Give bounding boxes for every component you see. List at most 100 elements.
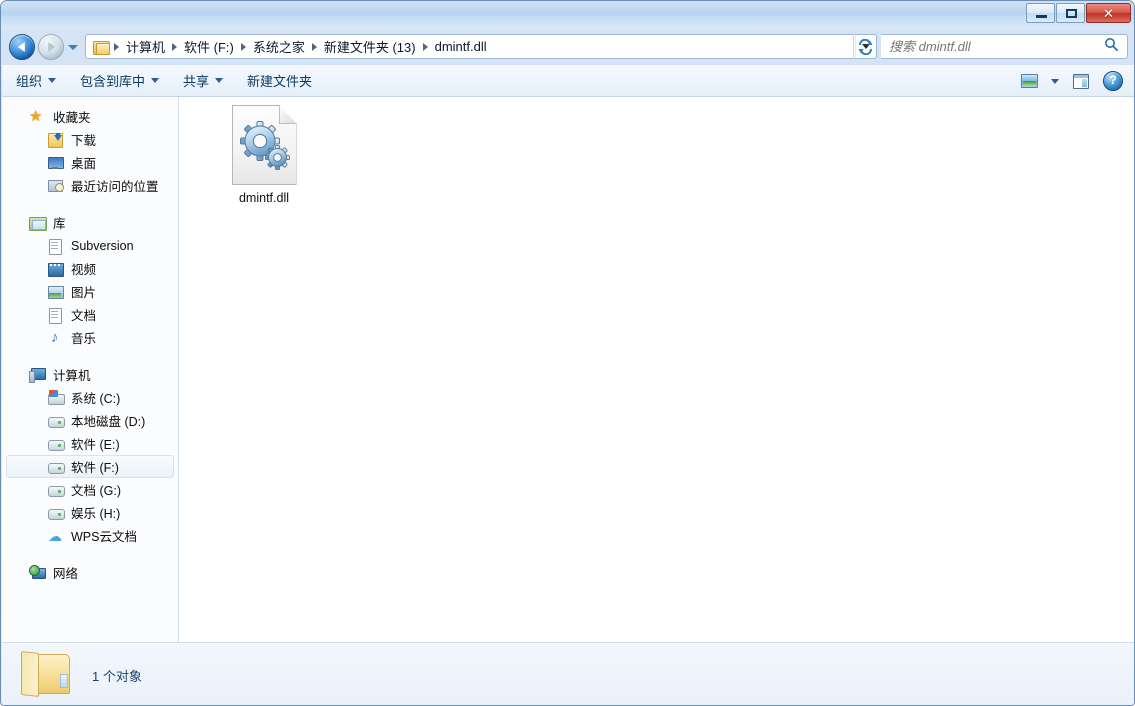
breadcrumb-item-3[interactable]: 新建文件夹 (13) [320, 35, 420, 58]
chevron-down-icon [215, 78, 224, 83]
sidebar-item-documents[interactable]: 文档 [6, 303, 174, 326]
chevron-down-icon [48, 78, 57, 83]
help-button[interactable]: ? [1097, 68, 1129, 94]
address-bar[interactable]: 计算机 软件 (F:) 系统之家 新建文件夹 (13) dmintf.dll [85, 34, 877, 59]
search-icon[interactable] [1104, 37, 1119, 57]
preview-pane-icon [1073, 73, 1089, 89]
folder-icon [18, 648, 76, 700]
search-box[interactable] [881, 34, 1128, 59]
sidebar-item-label: 收藏夹 [53, 111, 91, 125]
sidebar-item-subversion[interactable]: Subversion [6, 234, 174, 257]
sidebar-item-music[interactable]: ♪ 音乐 [6, 326, 174, 349]
sidebar-item-drive-c[interactable]: 系统 (C:) [6, 386, 174, 409]
library-icon [29, 215, 47, 231]
sidebar-item-label: 文档 (G:) [71, 484, 121, 498]
close-icon: ✕ [1103, 6, 1114, 21]
network-icon [29, 564, 47, 581]
view-dropdown-button[interactable] [1045, 68, 1065, 94]
toolbar-new-folder-button[interactable]: 新建文件夹 [237, 68, 322, 94]
search-input[interactable] [881, 38, 1104, 55]
download-icon [47, 132, 65, 148]
sidebar-item-wps-cloud[interactable]: ☁ WPS云文档 [6, 524, 174, 547]
sidebar-item-label: Subversion [71, 238, 134, 253]
toolbar-organize-button[interactable]: 组织 [6, 68, 66, 94]
sidebar-group-favorites: ★ 收藏夹 下载 桌面 最近访问的位置 [2, 105, 178, 197]
subversion-icon [47, 238, 65, 255]
toolbar-item-label: 组织 [16, 74, 43, 89]
sidebar-item-label: 视频 [71, 263, 97, 277]
breadcrumb-separator-icon[interactable] [172, 42, 178, 51]
breadcrumb-separator-icon[interactable] [311, 42, 317, 51]
sidebar-item-drive-e[interactable]: 软件 (E:) [6, 432, 174, 455]
picture-icon [47, 284, 65, 300]
toolbar-item-label: 共享 [183, 74, 210, 89]
toolbar-share-button[interactable]: 共享 [173, 68, 233, 94]
recent-places-icon [47, 178, 65, 194]
sidebar-item-label: WPS云文档 [71, 530, 137, 544]
command-toolbar: 组织 包含到库中 共享 新建文件夹 ? [2, 65, 1134, 97]
sidebar-item-libraries[interactable]: 库 [6, 211, 174, 234]
sidebar-item-drive-f[interactable]: 软件 (F:) [6, 455, 174, 478]
maximize-button[interactable] [1056, 3, 1085, 23]
breadcrumb-folder-icon[interactable] [93, 40, 110, 55]
breadcrumb-separator-icon[interactable] [114, 42, 119, 51]
close-button[interactable]: ✕ [1086, 3, 1131, 23]
sidebar-item-label: 图片 [71, 286, 97, 300]
sidebar-item-favorites[interactable]: ★ 收藏夹 [6, 105, 174, 128]
drive-icon [47, 436, 65, 452]
sidebar-item-drive-d[interactable]: 本地磁盘 (D:) [6, 409, 174, 432]
sidebar-item-downloads[interactable]: 下载 [6, 128, 174, 151]
recent-pages-chevron-icon[interactable] [68, 44, 78, 50]
sidebar-item-drive-h[interactable]: 娱乐 (H:) [6, 501, 174, 524]
document-icon [47, 307, 65, 324]
change-view-button[interactable] [1013, 68, 1045, 94]
minimize-button[interactable] [1026, 3, 1055, 23]
drive-icon [47, 505, 65, 521]
chevron-down-icon [1051, 78, 1059, 84]
file-item-dmintf-dll[interactable]: dmintf.dll [209, 105, 319, 205]
minimize-icon [1036, 15, 1047, 18]
back-button[interactable] [9, 34, 35, 60]
breadcrumb-item-1[interactable]: 软件 (F:) [180, 35, 238, 58]
drive-icon [47, 482, 65, 498]
computer-icon [29, 367, 47, 383]
sidebar-item-computer[interactable]: 计算机 [6, 363, 174, 386]
sidebar-item-label: 本地磁盘 (D:) [71, 415, 146, 429]
preview-pane-button[interactable] [1065, 68, 1097, 94]
sidebar-item-videos[interactable]: 视频 [6, 257, 174, 280]
navigation-pane[interactable]: ★ 收藏夹 下载 桌面 最近访问的位置 库 Subversion 视频 图片 文… [2, 97, 179, 642]
sidebar-item-label: 库 [53, 217, 66, 231]
sidebar-item-label: 下载 [71, 134, 97, 148]
drive-icon [47, 413, 65, 429]
toolbar-item-label: 新建文件夹 [247, 74, 313, 89]
forward-button[interactable] [38, 34, 64, 60]
sidebar-item-network[interactable]: 网络 [6, 561, 174, 584]
sidebar-item-label: 娱乐 (H:) [71, 507, 121, 521]
system-drive-icon [47, 389, 65, 406]
breadcrumb-item-2[interactable]: 系统之家 [249, 35, 309, 58]
sidebar-item-recent-places[interactable]: 最近访问的位置 [6, 174, 174, 197]
breadcrumb-item-0[interactable]: 计算机 [122, 35, 169, 58]
explorer-window: ✕ 计算机 软件 (F:) 系统之家 新建文件夹 (13) dmintf.dll… [0, 0, 1135, 706]
music-icon: ♪ [51, 328, 59, 346]
sidebar-item-pictures[interactable]: 图片 [6, 280, 174, 303]
sidebar-item-label: 网络 [53, 567, 79, 581]
dll-gears-icon [231, 105, 297, 185]
sidebar-item-drive-g[interactable]: 文档 (G:) [6, 478, 174, 501]
sidebar-item-label: 软件 (E:) [71, 438, 120, 452]
toolbar-item-label: 包含到库中 [80, 74, 146, 89]
restore-icon [1066, 9, 1077, 18]
toolbar-include-in-library-button[interactable]: 包含到库中 [70, 68, 169, 94]
window-controls: ✕ [1026, 3, 1131, 24]
file-list-pane[interactable]: dmintf.dll [179, 97, 1134, 642]
sidebar-item-desktop[interactable]: 桌面 [6, 151, 174, 174]
sidebar-item-label: 桌面 [71, 157, 97, 171]
breadcrumb-separator-icon[interactable] [240, 42, 246, 51]
sidebar-group-network: 网络 [2, 561, 178, 584]
forward-arrow-icon [48, 42, 56, 52]
desktop-icon [47, 155, 65, 171]
breadcrumb-item-4[interactable]: dmintf.dll [431, 37, 491, 56]
sidebar-group-computer: 计算机 系统 (C:) 本地磁盘 (D:) 软件 (E:) 软件 (F:) 文档… [2, 363, 178, 547]
refresh-button[interactable] [853, 34, 877, 59]
breadcrumb-separator-icon[interactable] [422, 42, 428, 51]
